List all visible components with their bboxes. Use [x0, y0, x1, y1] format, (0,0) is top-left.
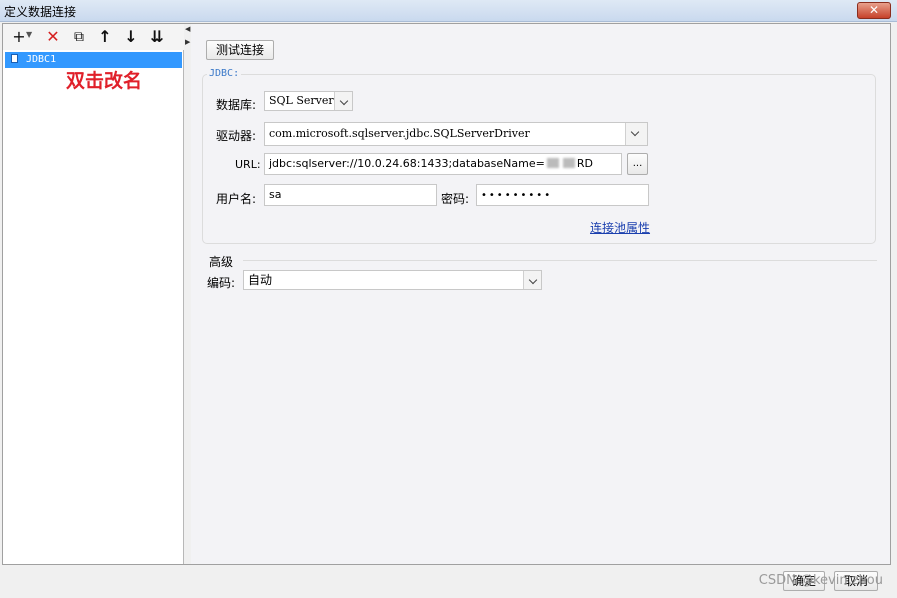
collapse-left-icon[interactable]: ◀ — [185, 25, 190, 33]
driver-select[interactable]: com.microsoft.sqlserver.jdbc.SQLServerDr… — [264, 122, 648, 146]
chevron-down-icon[interactable] — [523, 271, 541, 289]
move-up-icon[interactable]: ↑ — [95, 27, 115, 47]
test-connection-button[interactable]: 测试连接 — [206, 40, 274, 60]
expand-right-icon[interactable]: ▶ — [185, 38, 190, 46]
jdbc-legend: JDBC: — [207, 68, 242, 79]
chevron-down-icon[interactable]: ▼ — [26, 30, 32, 39]
database-label: 数据库: — [216, 98, 257, 112]
chevron-down-icon[interactable] — [625, 123, 647, 145]
move-down-icon[interactable]: ↓ — [121, 27, 141, 47]
window-title: 定义数据连接 — [4, 5, 77, 19]
chevron-down-icon[interactable] — [334, 92, 352, 110]
redacted-mark — [546, 158, 559, 168]
encoding-select[interactable]: 自动 — [243, 270, 542, 290]
close-button[interactable]: ✕ — [857, 2, 891, 19]
database-icon — [11, 54, 18, 63]
url-suffix: RD — [576, 157, 593, 170]
dialog-frame: + ▼ ✕ ⧉ ↑ ↓ ⇊ JDBC1 双击改名 ◀ ▶ 测试连接 JDBC: … — [2, 23, 891, 565]
url-input[interactable]: jdbc:sqlserver://10.0.24.68:1433;databas… — [264, 153, 622, 175]
url-more-button[interactable]: ... — [627, 153, 648, 175]
password-input[interactable]: ••••••••• — [476, 184, 649, 206]
pool-properties-link[interactable]: 连接池属性 — [590, 219, 650, 236]
driver-value: com.microsoft.sqlserver.jdbc.SQLServerDr… — [269, 127, 530, 140]
advanced-divider — [243, 260, 877, 261]
database-value: SQL Server — [269, 94, 334, 107]
redacted-mark — [562, 158, 575, 168]
delete-icon[interactable]: ✕ — [43, 27, 63, 47]
watermark: CSDN @kevin.zhou — [758, 573, 883, 588]
database-select[interactable]: SQL Server — [264, 91, 353, 111]
encoding-value: 自动 — [248, 273, 273, 287]
url-label: URL: — [235, 158, 261, 171]
list-toolbar: + ▼ ✕ ⧉ ↑ ↓ ⇊ — [3, 24, 184, 50]
username-value: sa — [269, 188, 282, 201]
connection-name: JDBC1 — [26, 54, 57, 65]
window-titlebar: 定义数据连接 ✕ — [0, 0, 897, 22]
password-label: 密码: — [441, 192, 470, 206]
driver-label: 驱动器: — [216, 129, 257, 143]
encoding-label: 编码: — [207, 276, 236, 290]
url-value: jdbc:sqlserver://10.0.24.68:1433;databas… — [269, 157, 545, 170]
connection-list-pane: + ▼ ✕ ⧉ ↑ ↓ ⇊ JDBC1 双击改名 — [3, 24, 184, 564]
advanced-section-title: 高级 — [209, 255, 234, 269]
copy-icon[interactable]: ⧉ — [69, 27, 89, 47]
password-value: ••••••••• — [481, 190, 553, 201]
sort-icon[interactable]: ⇊ — [147, 27, 167, 47]
connection-settings-pane: 测试连接 JDBC: 数据库: SQL Server 驱动器: com.micr… — [191, 24, 890, 564]
username-label: 用户名: — [216, 192, 257, 206]
username-input[interactable]: sa — [264, 184, 437, 206]
rename-hint: 双击改名 — [66, 70, 143, 92]
